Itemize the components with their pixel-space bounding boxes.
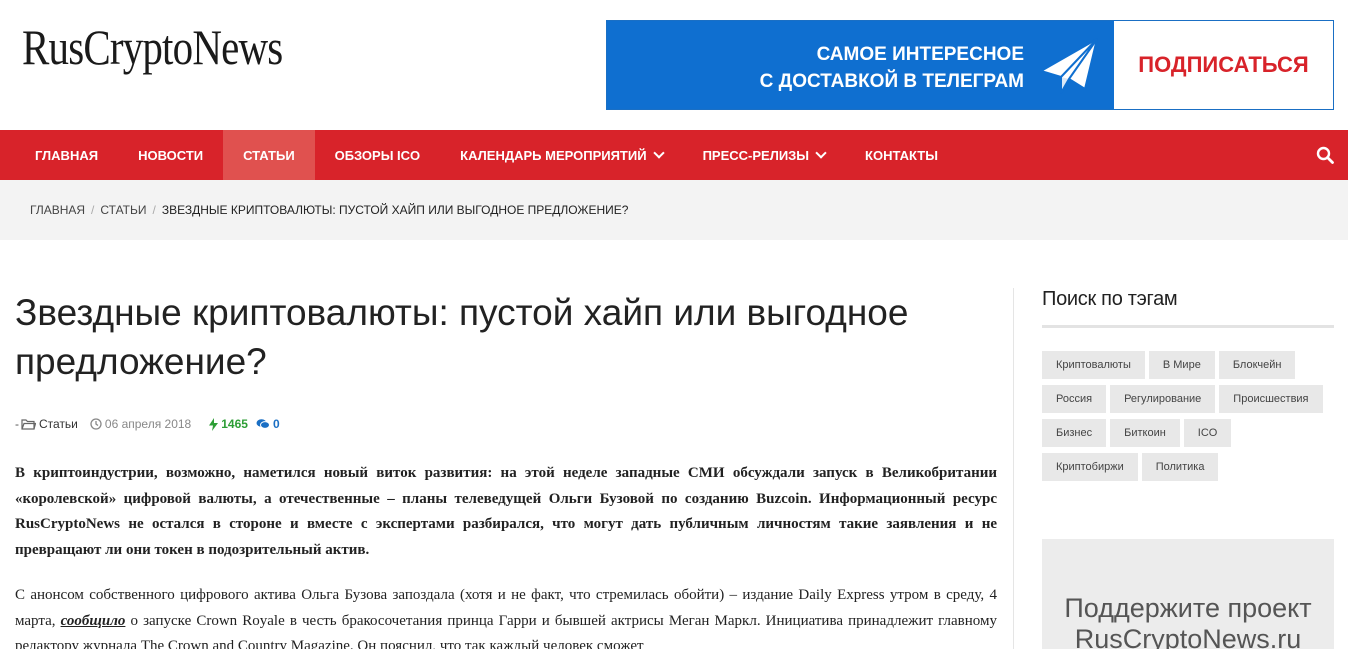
support-line1: Поддержите проект [1064,593,1312,623]
support-line2: RusCryptoNews.ru [1074,624,1302,649]
subscribe-button[interactable]: ПОДПИСАТЬСЯ [1114,21,1333,109]
breadcrumb-current: ЗВЕЗДНЫЕ КРИПТОВАЛЮТЫ: ПУСТОЙ ХАЙП ИЛИ В… [161,203,629,217]
site-header: RusCryptoNews САМОЕ ИНТЕРЕСНОЕ С ДОСТАВК… [0,0,1348,130]
nav-item-press-releases[interactable]: ПРЕСС-РЕЛИЗЫ [683,130,845,180]
article-date-text: 06 апреля 2018 [104,417,192,431]
main-nav: ГЛАВНАЯ НОВОСТИ СТАТЬИ ОБЗОРЫ ICO КАЛЕНД… [0,130,1348,180]
breadcrumb-home[interactable]: ГЛАВНАЯ [30,203,85,217]
article-comments-count: 0 [272,417,280,431]
tag-link[interactable]: Биткоин [1110,419,1180,447]
nav-item-articles[interactable]: СТАТЬИ [223,130,315,180]
article-lead: В криптоиндустрии, возможно, наметился н… [15,461,997,563]
tag-link[interactable]: В Мире [1148,351,1215,379]
article-views-count: 1465 [221,417,248,431]
support-project-banner[interactable]: Поддержите проект RusCryptoNews.ru [1042,539,1334,649]
nav-item-label: КОНТАКТЫ [865,147,938,163]
nav-item-events-calendar[interactable]: КАЛЕНДАРЬ МЕРОПРИЯТИЙ [440,130,682,180]
breadcrumb-separator: / [91,203,95,217]
tag-link[interactable]: Бизнес [1042,419,1107,447]
nav-item-label: ОБЗОРЫ ICO [334,147,421,163]
telegram-banner-line2: С ДОСТАВКОЙ В ТЕЛЕГРАМ [759,71,1024,92]
nav-item-contacts[interactable]: КОНТАКТЫ [845,130,958,180]
body-text-b: о запуске Crown Royale в честь бракосоче… [15,612,997,649]
breadcrumb: ГЛАВНАЯ / СТАТЬИ / ЗВЕЗДНЫЕ КРИПТОВАЛЮТЫ… [0,180,1348,240]
telegram-banner-text: САМОЕ ИНТЕРЕСНОЕ С ДОСТАВКОЙ В ТЕЛЕГРАМ [760,41,1024,95]
tag-link[interactable]: Происшествия [1219,385,1323,413]
telegram-banner[interactable]: САМОЕ ИНТЕРЕСНОЕ С ДОСТАВКОЙ В ТЕЛЕГРАМ … [606,20,1334,110]
search-icon[interactable] [1316,146,1334,164]
article-date: 06 апреля 2018 [90,417,191,431]
nav-item-label: КАЛЕНДАРЬ МЕРОПРИЯТИЙ [460,147,647,163]
article-meta: - Статьи 06 апреля 2018 1465 0 [15,417,997,431]
lightning-icon [209,417,219,431]
nav-item-label: ПРЕСС-РЕЛИЗЫ [702,147,810,163]
meta-prefix: - [15,417,19,431]
telegram-banner-promo[interactable]: САМОЕ ИНТЕРЕСНОЕ С ДОСТАВКОЙ В ТЕЛЕГРАМ [607,21,1114,109]
breadcrumb-articles[interactable]: СТАТЬИ [100,203,146,217]
subscribe-label: ПОДПИСАТЬСЯ [1138,52,1309,77]
folder-icon [21,419,36,430]
tag-link[interactable]: Криптовалюты [1042,351,1145,379]
site-logo[interactable]: RusCryptoNews [22,18,283,76]
article-paragraph: С анонсом собственного цифрового актива … [15,583,997,649]
content-divider [1013,288,1014,649]
chevron-down-icon [815,146,827,159]
tag-link[interactable]: ICO [1183,419,1232,447]
comments-icon [256,419,270,429]
tag-link[interactable]: Регулирование [1110,385,1216,413]
article: Звездные криптовалюты: пустой хайп или в… [15,288,997,649]
breadcrumb-separator: / [152,203,156,217]
chevron-down-icon [652,146,665,159]
tag-link[interactable]: Криптобиржи [1042,453,1138,481]
source-link[interactable]: сообщило [61,613,126,629]
lead-text-b: Buzcoin [756,490,808,507]
nav-item-label: НОВОСТИ [138,147,204,163]
article-comments[interactable]: 0 [256,417,280,431]
paper-plane-icon [1040,38,1098,94]
nav-item-news[interactable]: НОВОСТИ [118,130,223,180]
tag-link[interactable]: Россия [1042,385,1107,413]
tag-link[interactable]: Блокчейн [1218,351,1296,379]
nav-item-label: ГЛАВНАЯ [35,147,99,163]
telegram-banner-line1: САМОЕ ИНТЕРЕСНОЕ [816,44,1024,65]
sidebar: Поиск по тэгам Криптовалюты В Мире Блокч… [1042,288,1334,487]
tag-link[interactable]: Политика [1141,453,1219,481]
nav-item-ico-reviews[interactable]: ОБЗОРЫ ICO [315,130,441,180]
tag-cloud: Криптовалюты В Мире Блокчейн Россия Регу… [1042,351,1334,487]
page-title: Звездные криптовалюты: пустой хайп или в… [15,292,909,382]
nav-item-label: СТАТЬИ [243,147,295,163]
tags-widget-title: Поиск по тэгам [1042,288,1334,328]
clock-icon [90,418,102,430]
nav-item-home[interactable]: ГЛАВНАЯ [0,130,118,180]
article-category-link[interactable]: Статьи [39,417,78,431]
article-views: 1465 [209,417,248,431]
